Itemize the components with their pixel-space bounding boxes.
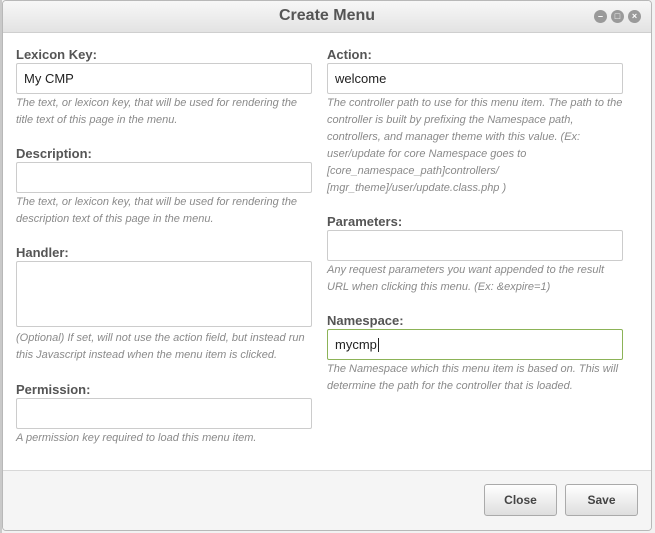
- lexicon-key-hint: The text, or lexicon key, that will be u…: [16, 97, 298, 126]
- parameters-input[interactable]: [327, 230, 623, 261]
- maximize-icon[interactable]: □: [611, 10, 624, 23]
- handler-hint: (Optional) If set, will not use the acti…: [16, 332, 305, 361]
- namespace-input[interactable]: mycmp: [327, 329, 623, 360]
- action-hint: The controller path to use for this menu…: [327, 97, 623, 194]
- minimize-icon[interactable]: –: [594, 10, 607, 23]
- permission-input[interactable]: [16, 398, 312, 429]
- window-controls: – □ ×: [594, 10, 641, 23]
- handler-textarea[interactable]: [16, 261, 312, 327]
- permission-hint: A permission key required to load this m…: [16, 432, 257, 444]
- lexicon-key-value: My CMP: [24, 71, 74, 86]
- create-menu-dialog: Create Menu – □ × Lexicon Key: My CMP Th…: [2, 0, 652, 531]
- description-input[interactable]: [16, 162, 312, 193]
- description-hint: The text, or lexicon key, that will be u…: [16, 196, 298, 225]
- parameters-label: Parameters:: [327, 214, 403, 229]
- permission-label: Permission:: [16, 382, 91, 397]
- action-input[interactable]: welcome: [327, 63, 623, 94]
- namespace-label: Namespace:: [327, 313, 404, 328]
- close-button[interactable]: Close: [484, 484, 557, 516]
- parameters-hint: Any request parameters you want appended…: [327, 264, 605, 293]
- action-label: Action:: [327, 47, 372, 62]
- namespace-hint: The Namespace which this menu item is ba…: [327, 363, 619, 392]
- description-label: Description:: [16, 146, 92, 161]
- lexicon-key-input[interactable]: My CMP: [16, 63, 312, 94]
- lexicon-key-label: Lexicon Key:: [16, 47, 97, 62]
- dialog-title: Create Menu: [278, 7, 376, 24]
- text-cursor: [377, 337, 379, 352]
- handler-label: Handler:: [16, 245, 69, 260]
- action-value: welcome: [335, 71, 387, 86]
- dialog-titlebar[interactable]: Create Menu – □ ×: [3, 1, 651, 33]
- dialog-footer: Close Save: [3, 470, 651, 530]
- close-icon[interactable]: ×: [628, 10, 641, 23]
- save-button[interactable]: Save: [565, 484, 638, 516]
- namespace-value: mycmp: [335, 337, 377, 352]
